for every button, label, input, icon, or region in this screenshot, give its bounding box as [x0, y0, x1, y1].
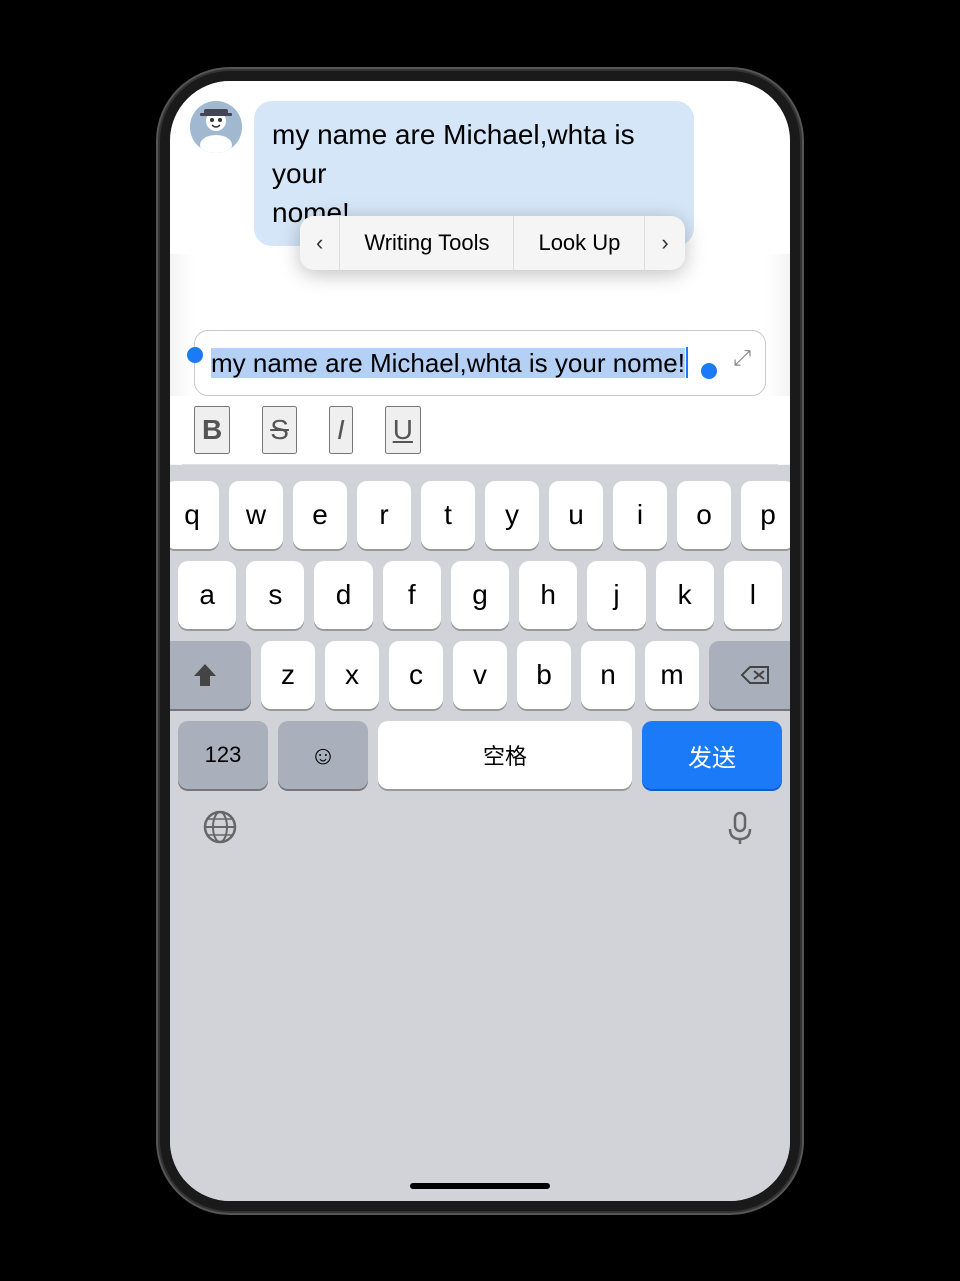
mic-icon[interactable]	[722, 809, 758, 853]
chat-area: my name are Michael,whta is your nome! ‹…	[170, 81, 790, 255]
key-x[interactable]: x	[325, 641, 379, 709]
key-i[interactable]: i	[613, 481, 667, 549]
keyboard-area: q w e r t y u i o p a s d f g h j k l	[170, 465, 790, 1200]
input-text[interactable]: my name are Michael,whta is your nome!	[211, 345, 749, 381]
key-l[interactable]: l	[724, 561, 782, 629]
key-u[interactable]: u	[549, 481, 603, 549]
key-g[interactable]: g	[451, 561, 509, 629]
next-button[interactable]: ›	[645, 216, 684, 270]
writing-tools-menu-item[interactable]: Writing Tools	[339, 216, 513, 270]
send-button[interactable]: 发送	[642, 721, 782, 789]
key-r[interactable]: r	[357, 481, 411, 549]
text-input-area[interactable]: my name are Michael,whta is your nome! ⤢	[194, 330, 766, 396]
key-p[interactable]: p	[741, 481, 795, 549]
space-label: 空格	[483, 739, 527, 771]
key-j[interactable]: j	[587, 561, 645, 629]
key-d[interactable]: d	[314, 561, 372, 629]
selection-handle-left	[187, 347, 203, 363]
key-n[interactable]: n	[581, 641, 635, 709]
context-menu: ‹ Writing Tools Look Up ›	[300, 216, 685, 270]
home-indicator	[410, 1183, 550, 1189]
numbers-key[interactable]: 123	[178, 721, 268, 789]
key-h[interactable]: h	[519, 561, 577, 629]
key-c[interactable]: c	[389, 641, 443, 709]
key-s[interactable]: s	[246, 561, 304, 629]
space-key[interactable]: 空格	[378, 721, 632, 789]
key-o[interactable]: o	[677, 481, 731, 549]
phone-frame: my name are Michael,whta is your nome! ‹…	[160, 71, 800, 1211]
key-row-bottom: 123 ☺ 空格 发送	[178, 721, 782, 789]
key-row-3: z x c v b n m	[178, 641, 782, 709]
look-up-menu-item[interactable]: Look Up	[513, 216, 645, 270]
key-row-2: a s d f g h j k l	[178, 561, 782, 629]
key-w[interactable]: w	[229, 481, 283, 549]
numbers-label: 123	[205, 742, 242, 768]
emoji-key[interactable]: ☺	[278, 721, 368, 789]
key-f[interactable]: f	[383, 561, 441, 629]
key-e[interactable]: e	[293, 481, 347, 549]
format-toolbar: B S I U	[170, 396, 790, 464]
avatar	[190, 101, 242, 153]
shift-key[interactable]	[160, 641, 251, 709]
message-text: my name are Michael,whta is your	[272, 119, 635, 189]
text-input-wrapper: my name are Michael,whta is your nome! ⤢	[170, 314, 790, 396]
key-m[interactable]: m	[645, 641, 699, 709]
shift-icon	[192, 662, 218, 688]
key-a[interactable]: a	[178, 561, 236, 629]
globe-icon[interactable]	[202, 809, 238, 853]
bold-button[interactable]: B	[194, 406, 230, 454]
delete-key[interactable]	[709, 641, 800, 709]
key-k[interactable]: k	[656, 561, 714, 629]
underline-button[interactable]: U	[385, 406, 421, 454]
key-y[interactable]: y	[485, 481, 539, 549]
key-b[interactable]: b	[517, 641, 571, 709]
italic-button[interactable]: I	[329, 406, 353, 454]
key-q[interactable]: q	[165, 481, 219, 549]
send-label: 发送	[688, 738, 736, 773]
selected-text: my name are Michael,whta is your nome!	[211, 348, 685, 378]
key-t[interactable]: t	[421, 481, 475, 549]
key-z[interactable]: z	[261, 641, 315, 709]
prev-button[interactable]: ‹	[300, 216, 339, 270]
keyboard-bottom-extras	[178, 799, 782, 873]
emoji-icon: ☺	[310, 740, 337, 771]
strikethrough-button[interactable]: S	[262, 406, 297, 454]
key-v[interactable]: v	[453, 641, 507, 709]
expand-button[interactable]: ⤢	[733, 345, 751, 371]
delete-icon	[740, 664, 770, 686]
key-row-1: q w e r t y u i o p	[178, 481, 782, 549]
